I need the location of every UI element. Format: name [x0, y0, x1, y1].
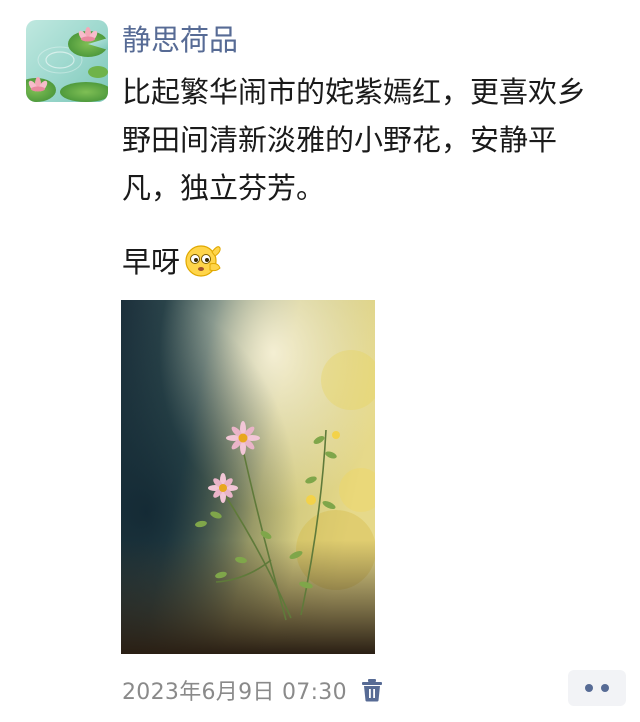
avatar[interactable]: [26, 20, 108, 102]
post-photo[interactable]: [121, 300, 375, 654]
post-text-line: 凡，独立芬芳。: [122, 171, 326, 205]
timestamp: 2023年6月9日 07:30: [122, 680, 347, 705]
lotus-pond-avatar-icon: [26, 20, 108, 102]
more-button[interactable]: [568, 670, 626, 706]
post-meta: 2023年6月9日 07:30: [122, 672, 383, 708]
greeting-text: 早呀: [122, 245, 181, 279]
moments-post: 静思荷品 比起繁华闹市的姹紫嫣红，更喜欢乡 野田间清新淡雅的小野花，安静平 凡，…: [0, 0, 640, 722]
post-text-line: 野田间清新淡雅的小野花，安静平: [122, 123, 558, 157]
author-name[interactable]: 静思荷品: [122, 20, 238, 60]
post-text: 比起繁华闹市的姹紫嫣红，更喜欢乡 野田间清新淡雅的小野花，安静平 凡，独立芬芳。: [122, 68, 622, 212]
trash-icon[interactable]: [361, 678, 383, 702]
greeting-line: 早呀: [122, 236, 222, 284]
more-dots-icon: [601, 684, 609, 692]
wildflower-photo-icon: [121, 300, 375, 654]
smirk-emoji-icon: [185, 245, 221, 277]
post-text-line: 比起繁华闹市的姹紫嫣红，更喜欢乡: [122, 75, 587, 109]
more-dots-icon: [585, 684, 593, 692]
